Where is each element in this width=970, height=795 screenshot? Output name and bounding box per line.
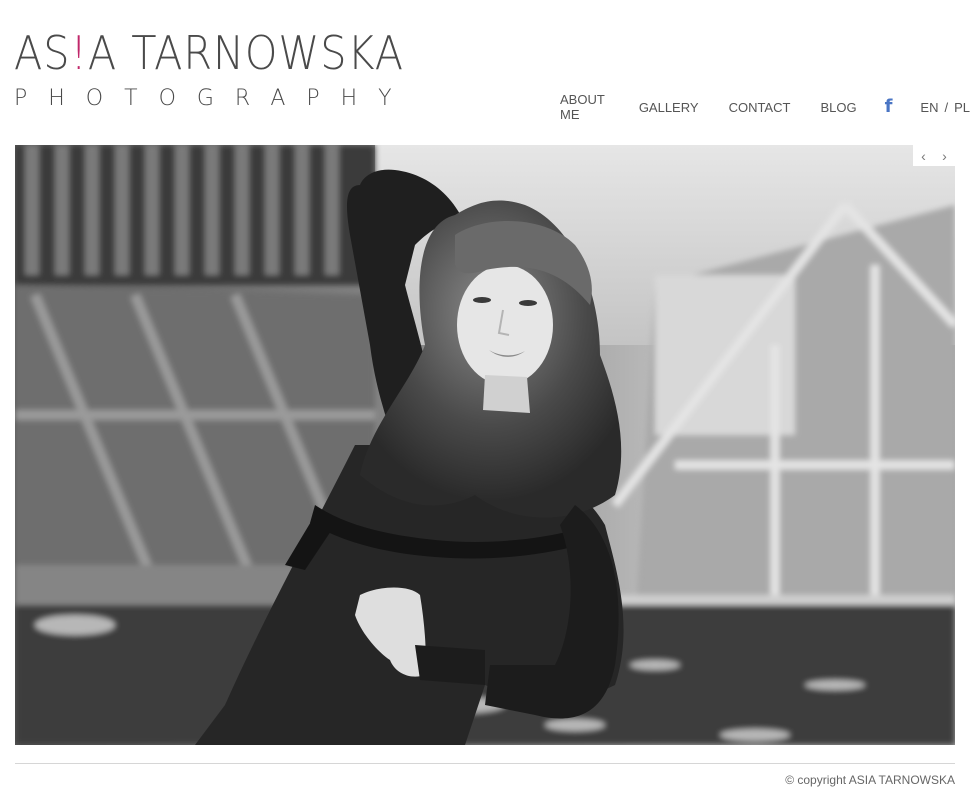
site-logo[interactable]: AS!A TARNOWSKA PHOTOGRAPHY [14,30,447,111]
logo-name-part2: A TARNOWSKA [87,26,404,80]
nav-blog[interactable]: BLOG [820,100,856,115]
footer-divider [15,763,955,764]
hero-photo [15,145,955,745]
footer-copyright: © copyright ASIA TARNOWSKA [785,773,955,787]
hero-slider: ‹ › [15,145,955,745]
language-switcher: EN / PL [920,100,970,115]
lang-separator: / [944,99,949,115]
logo-name-bang: ! [70,26,88,80]
main-nav: ABOUT ME GALLERY CONTACT BLOG f EN / PL [560,92,970,122]
lang-pl[interactable]: PL [954,100,970,115]
lang-en[interactable]: EN [920,100,938,115]
logo-subtitle: PHOTOGRAPHY [14,86,413,111]
slider-controls: ‹ › [913,145,955,166]
logo-name: AS!A TARNOWSKA [14,30,404,76]
chevron-right-icon[interactable]: › [942,149,947,163]
facebook-icon[interactable]: f [885,98,893,116]
nav-gallery[interactable]: GALLERY [639,100,699,115]
chevron-left-icon[interactable]: ‹ [921,149,926,163]
nav-contact[interactable]: CONTACT [729,100,791,115]
logo-name-part1: AS [14,26,71,80]
nav-about-me[interactable]: ABOUT ME [560,92,609,122]
